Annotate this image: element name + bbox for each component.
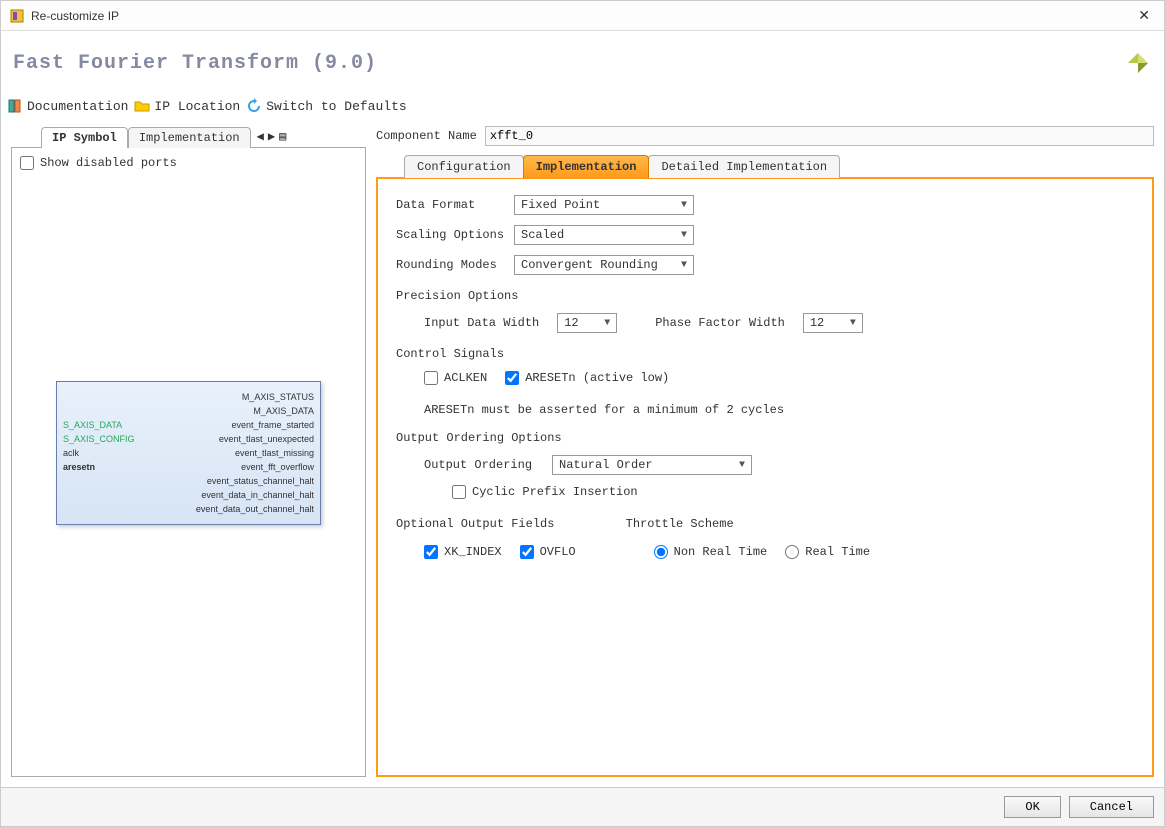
chevron-down-icon: ▼ [739, 460, 745, 471]
aresetn-note: ARESETn must be asserted for a minimum o… [424, 403, 1134, 417]
phase-width-dropdown[interactable]: 12 ▼ [803, 313, 863, 333]
footer: OK Cancel [1, 787, 1164, 826]
main: IP Symbol Implementation ◀ ▶ ▤ Show disa… [1, 120, 1164, 787]
rounding-value: Convergent Rounding [521, 258, 658, 272]
rounding-dropdown[interactable]: Convergent Rounding ▼ [514, 255, 694, 275]
ovflo-label: OVFLO [540, 545, 576, 559]
xk-index-checkbox[interactable] [424, 545, 438, 559]
throttle-scheme-title: Throttle Scheme [626, 517, 870, 531]
show-disabled-ports-checkbox[interactable] [20, 156, 34, 170]
data-format-label: Data Format [396, 198, 506, 212]
aresetn-checkbox[interactable] [505, 371, 519, 385]
phase-width-label: Phase Factor Width [655, 316, 785, 330]
tab-implementation-left[interactable]: Implementation [128, 127, 251, 148]
refresh-icon [246, 98, 262, 114]
component-name-label: Component Name [376, 129, 477, 143]
tab-ip-symbol[interactable]: IP Symbol [41, 127, 128, 148]
right-panel: Component Name Configuration Implementat… [376, 126, 1154, 777]
ip-location-label: IP Location [154, 99, 240, 114]
ip-block-diagram: M_AXIS_STATUS M_AXIS_DATA S_AXIS_DATAeve… [56, 381, 321, 525]
optional-fields-title: Optional Output Fields [396, 517, 576, 531]
aclken-checkbox[interactable] [424, 371, 438, 385]
xk-index-label: XK_INDEX [444, 545, 502, 559]
cancel-button[interactable]: Cancel [1069, 796, 1154, 818]
output-ordering-value: Natural Order [559, 458, 653, 472]
port-aclk: aclk [63, 447, 79, 459]
tab-implementation[interactable]: Implementation [523, 155, 650, 178]
implementation-form: Data Format Fixed Point ▼ Scaling Option… [376, 177, 1154, 777]
rounding-label: Rounding Modes [396, 258, 506, 272]
ovflo-checkbox[interactable] [520, 545, 534, 559]
documentation-link[interactable]: Documentation [7, 98, 128, 114]
app-icon [9, 8, 25, 24]
toolbar: Documentation IP Location Switch to Defa… [1, 95, 1164, 120]
port-m-axis-status: M_AXIS_STATUS [242, 391, 314, 403]
page-title: Fast Fourier Transform (9.0) [13, 52, 377, 75]
aresetn-label: ARESETn (active low) [525, 371, 669, 385]
output-ordering-title: Output Ordering Options [396, 431, 1134, 445]
left-panel: IP Symbol Implementation ◀ ▶ ▤ Show disa… [11, 126, 366, 777]
aclken-label: ACLKEN [444, 371, 487, 385]
scaling-dropdown[interactable]: Scaled ▼ [514, 225, 694, 245]
port-m-axis-data: M_AXIS_DATA [253, 405, 314, 417]
xilinx-logo-icon [1124, 49, 1152, 77]
port-event-frame-started: event_frame_started [231, 419, 314, 431]
port-event-data-out-halt: event_data_out_channel_halt [196, 503, 314, 515]
real-time-label: Real Time [805, 545, 870, 559]
right-tab-row: Configuration Implementation Detailed Im… [404, 154, 1154, 177]
left-tab-row: IP Symbol Implementation ◀ ▶ ▤ [41, 126, 366, 147]
titlebar: Re-customize IP ✕ [1, 1, 1164, 31]
window-title: Re-customize IP [31, 9, 1132, 23]
port-event-status-halt: event_status_channel_halt [207, 475, 314, 487]
precision-options-title: Precision Options [396, 289, 1134, 303]
book-icon [7, 98, 23, 114]
chevron-down-icon: ▼ [850, 318, 856, 329]
component-name-input[interactable] [485, 126, 1154, 146]
tab-list-icon[interactable]: ▤ [279, 129, 286, 144]
port-event-tlast-unexpected: event_tlast_unexpected [219, 433, 314, 445]
ip-symbol-panel: Show disabled ports M_AXIS_STATUS M_AXIS… [11, 147, 366, 777]
input-width-label: Input Data Width [424, 316, 539, 330]
chevron-down-icon: ▼ [604, 318, 610, 329]
tab-configuration[interactable]: Configuration [404, 155, 524, 178]
non-real-time-label: Non Real Time [674, 545, 768, 559]
chevron-down-icon: ▼ [681, 230, 687, 241]
tab-next-icon[interactable]: ▶ [268, 129, 275, 144]
port-event-data-in-halt: event_data_in_channel_halt [201, 489, 314, 501]
port-s-axis-config: S_AXIS_CONFIG [63, 433, 135, 445]
chevron-down-icon: ▼ [681, 200, 687, 211]
ok-button[interactable]: OK [1004, 796, 1060, 818]
show-disabled-ports-label: Show disabled ports [40, 156, 177, 170]
input-width-dropdown[interactable]: 12 ▼ [557, 313, 617, 333]
documentation-label: Documentation [27, 99, 128, 114]
port-event-tlast-missing: event_tlast_missing [235, 447, 314, 459]
scaling-label: Scaling Options [396, 228, 506, 242]
real-time-radio[interactable] [785, 545, 799, 559]
port-event-fft-overflow: event_fft_overflow [241, 461, 314, 473]
scaling-value: Scaled [521, 228, 564, 242]
cyclic-prefix-label: Cyclic Prefix Insertion [472, 485, 638, 499]
tab-detailed-implementation[interactable]: Detailed Implementation [648, 155, 840, 178]
folder-icon [134, 98, 150, 114]
cyclic-prefix-checkbox[interactable] [452, 485, 466, 499]
switch-defaults-link[interactable]: Switch to Defaults [246, 98, 406, 114]
chevron-down-icon: ▼ [681, 260, 687, 271]
output-ordering-label: Output Ordering [424, 458, 544, 472]
port-s-axis-data: S_AXIS_DATA [63, 419, 122, 431]
output-ordering-dropdown[interactable]: Natural Order ▼ [552, 455, 752, 475]
data-format-value: Fixed Point [521, 198, 600, 212]
switch-defaults-label: Switch to Defaults [266, 99, 406, 114]
control-signals-title: Control Signals [396, 347, 1134, 361]
header: Fast Fourier Transform (9.0) [1, 31, 1164, 95]
input-width-value: 12 [564, 316, 578, 330]
non-real-time-radio[interactable] [654, 545, 668, 559]
port-aresetn: aresetn [63, 461, 95, 473]
close-icon[interactable]: ✕ [1132, 7, 1156, 24]
data-format-dropdown[interactable]: Fixed Point ▼ [514, 195, 694, 215]
phase-width-value: 12 [810, 316, 824, 330]
ip-location-link[interactable]: IP Location [134, 98, 240, 114]
tab-prev-icon[interactable]: ◀ [257, 129, 264, 144]
